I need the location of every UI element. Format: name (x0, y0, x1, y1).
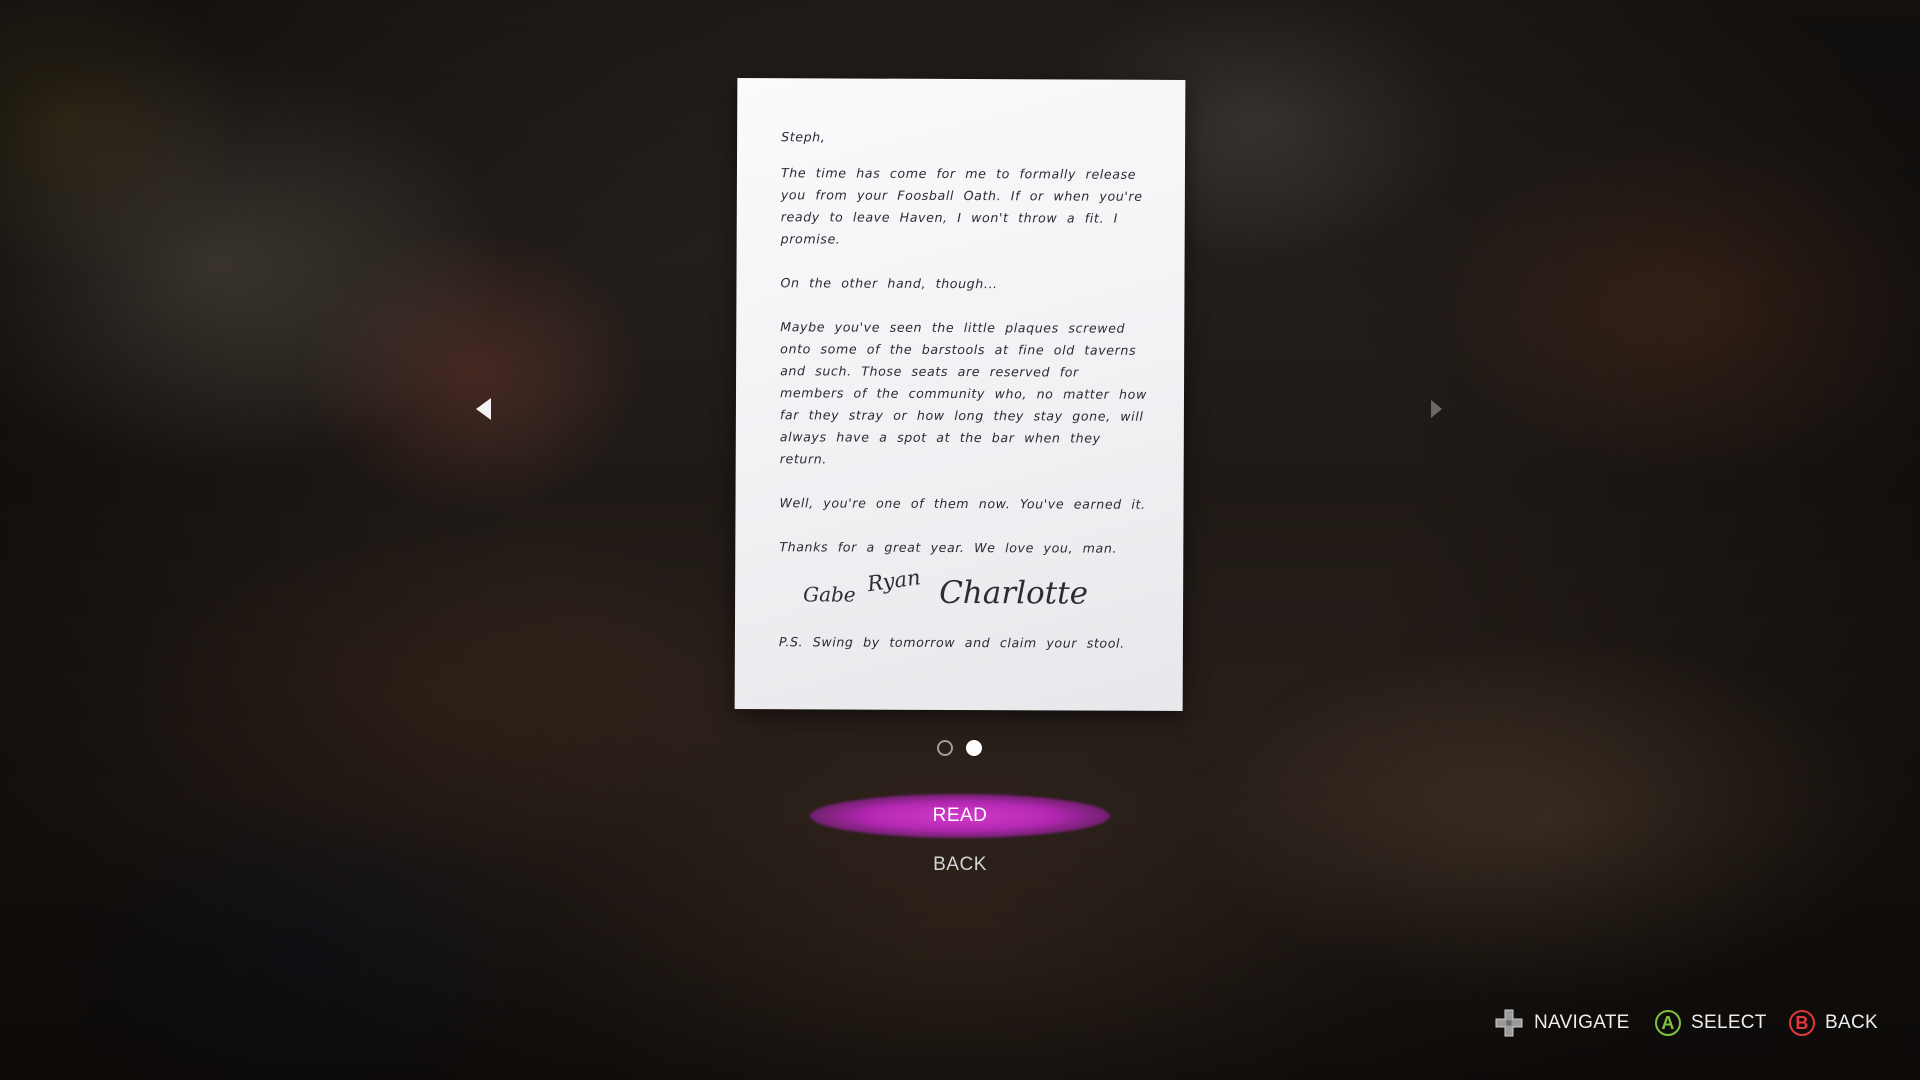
back-hint: B BACK (1789, 1006, 1878, 1040)
letter-document: Steph, The time has come for me to forma… (734, 78, 1186, 711)
back-hint-label: BACK (1825, 1012, 1878, 1033)
signature-charlotte: Charlotte (939, 574, 1089, 612)
read-button[interactable]: READ (810, 794, 1110, 838)
navigate-hint-label: NAVIGATE (1534, 1012, 1630, 1033)
select-hint-label: SELECT (1691, 1012, 1767, 1033)
signature-gabe: Gabe (803, 582, 856, 607)
letter-paragraph: Maybe you've seen the little plaques scr… (779, 319, 1147, 467)
page-indicator-dot-active[interactable] (966, 740, 982, 756)
letter-postscript: P.S. Swing by tomorrow and claim your st… (778, 634, 1125, 651)
dpad-icon (1494, 1008, 1524, 1038)
letter-greeting: Steph, (781, 129, 826, 145)
next-page-arrow-icon[interactable] (1431, 400, 1442, 418)
signatures: Gabe Ryan Charlotte (803, 565, 1123, 619)
letter-paragraph: On the other hand, though... (780, 275, 998, 292)
a-button-glyph: A (1655, 1010, 1681, 1036)
b-button-glyph: B (1789, 1010, 1815, 1036)
page-indicator-dot[interactable] (937, 740, 953, 756)
a-button-icon: A (1655, 1010, 1681, 1036)
blurred-background: Steph, The time has come for me to forma… (0, 0, 1920, 1080)
letter-paragraph: Thanks for a great year. We love you, ma… (779, 539, 1118, 556)
previous-page-arrow-icon[interactable] (476, 398, 491, 420)
read-button-label: READ (932, 805, 988, 826)
b-button-icon: B (1789, 1010, 1815, 1036)
letter-body: Steph, The time has come for me to forma… (779, 126, 1151, 582)
back-menu-button[interactable]: BACK (880, 850, 1040, 880)
signature-ryan: Ryan (865, 565, 922, 597)
letter-paragraph: The time has come for me to formally rel… (780, 165, 1143, 247)
letter-paragraph: Well, you're one of them now. You've ear… (779, 495, 1146, 512)
navigate-hint: NAVIGATE (1494, 1006, 1630, 1040)
select-hint: A SELECT (1655, 1006, 1767, 1040)
